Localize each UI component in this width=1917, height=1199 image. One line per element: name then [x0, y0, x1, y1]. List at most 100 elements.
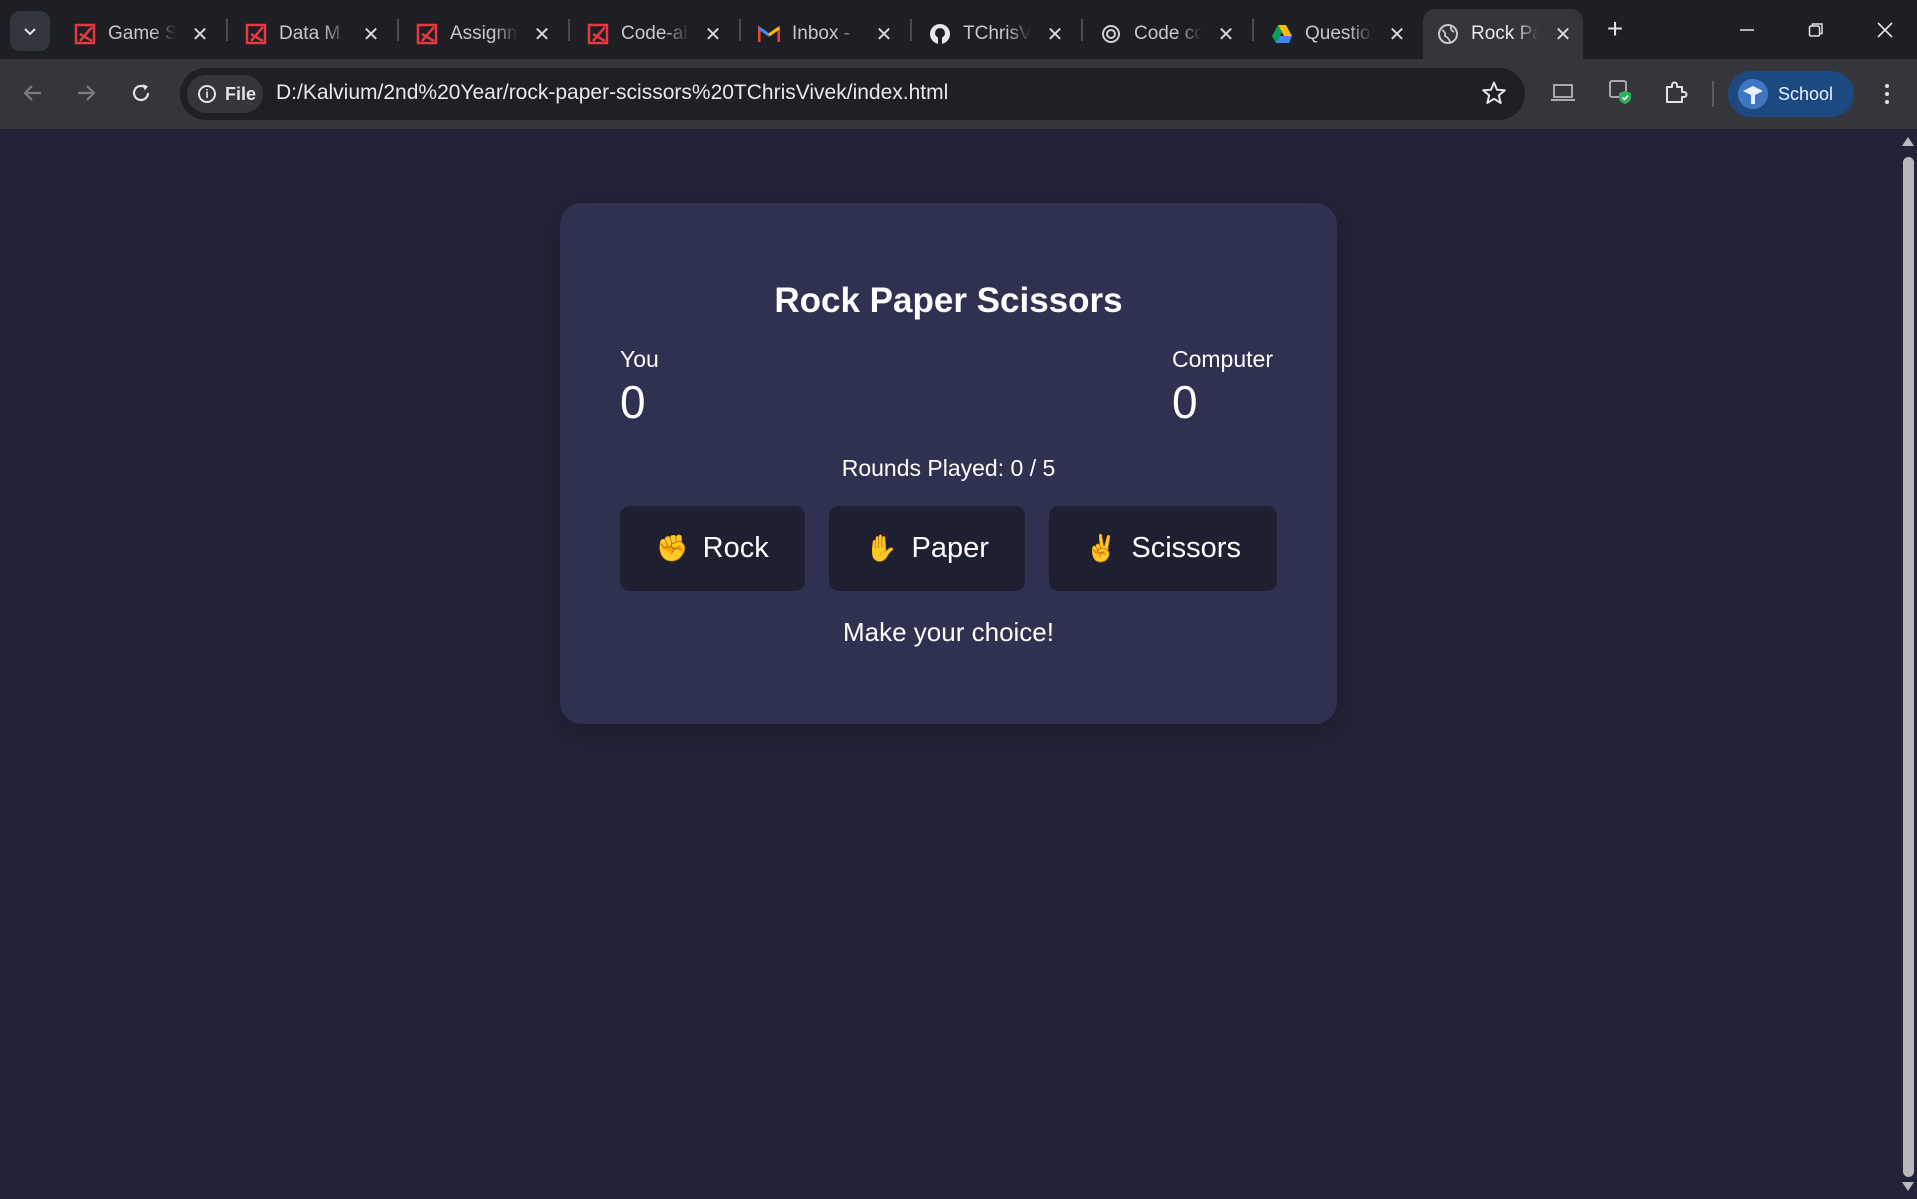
- drive-icon: [1271, 23, 1293, 45]
- shield-icon: [1609, 80, 1631, 104]
- close-icon[interactable]: ✕: [1216, 22, 1236, 47]
- kalvium-icon: [587, 23, 609, 45]
- restore-button[interactable]: [1786, 8, 1846, 52]
- chevron-down-icon: [24, 28, 36, 36]
- scissors-label: Scissors: [1131, 532, 1241, 564]
- tab-code-along[interactable]: Code-al ✕: [573, 9, 733, 59]
- tab-chatgpt[interactable]: Code cc ✕: [1086, 9, 1246, 59]
- minimize-button[interactable]: [1717, 8, 1777, 52]
- tab-inbox[interactable]: Inbox - ✕: [744, 9, 904, 59]
- tab-game[interactable]: Game S ✕: [60, 9, 220, 59]
- scrollbar-thumb[interactable]: [1903, 157, 1914, 1177]
- tab-title: Assignm: [450, 23, 518, 44]
- reload-button[interactable]: [121, 73, 161, 113]
- new-tab-button[interactable]: +: [1597, 12, 1633, 48]
- restore-icon: [1808, 23, 1823, 37]
- profile-button[interactable]: School: [1728, 71, 1854, 117]
- tab-divider: [739, 19, 741, 41]
- profile-label: School: [1778, 83, 1834, 104]
- close-icon[interactable]: ✕: [874, 22, 894, 47]
- arrow-left-icon: [23, 85, 41, 101]
- tab-title: TChrisV: [963, 23, 1031, 44]
- url-text[interactable]: D:/Kalvium/2nd%20Year/rock-paper-scissor…: [276, 81, 948, 105]
- back-button[interactable]: [13, 73, 53, 113]
- tab-divider: [1252, 19, 1254, 41]
- more-menu-icon[interactable]: [1872, 76, 1902, 112]
- close-window-button[interactable]: [1855, 8, 1915, 52]
- rock-button[interactable]: ✊ Rock: [620, 506, 805, 591]
- cast-button[interactable]: [1547, 76, 1579, 108]
- tab-title: Rock Pa: [1471, 23, 1539, 44]
- laptop-icon: [1551, 84, 1575, 101]
- github-icon: [929, 23, 951, 45]
- kalvium-icon: [245, 23, 267, 45]
- reload-icon: [132, 84, 150, 102]
- tab-title: Code cc: [1134, 23, 1202, 44]
- extension-security-button[interactable]: [1605, 76, 1637, 108]
- computer-label: Computer: [1172, 346, 1273, 372]
- bookmark-star-icon[interactable]: [1481, 80, 1507, 111]
- player-label: You: [620, 346, 659, 372]
- close-icon[interactable]: ✕: [1387, 22, 1407, 47]
- chatgpt-icon: [1100, 23, 1122, 45]
- toolbar-divider: [1712, 81, 1714, 107]
- victory-hand-icon: ✌️: [1085, 533, 1118, 563]
- close-icon[interactable]: ✕: [361, 22, 381, 47]
- tab-divider: [568, 19, 570, 41]
- close-icon[interactable]: ✕: [1553, 22, 1573, 47]
- paper-label: Paper: [911, 532, 989, 564]
- site-chip-label: File: [225, 83, 257, 104]
- tab-divider: [910, 19, 912, 41]
- kalvium-icon: [416, 23, 438, 45]
- player-score: 0: [620, 376, 646, 428]
- tab-assignment[interactable]: Assignm ✕: [402, 9, 562, 59]
- browser-toolbar: i File D:/Kalvium/2nd%20Year/rock-paper-…: [0, 59, 1917, 129]
- scissors-button[interactable]: ✌️ Scissors: [1049, 506, 1277, 591]
- close-icon: [1877, 22, 1893, 38]
- forward-button[interactable]: [66, 73, 106, 113]
- minimize-icon: [1740, 29, 1754, 31]
- player-score-block: You 0: [620, 346, 659, 429]
- scroll-down-arrow-icon[interactable]: [1902, 1182, 1914, 1191]
- tab-divider: [397, 19, 399, 41]
- tab-rock-paper-scissors[interactable]: Rock Pa ✕: [1423, 9, 1583, 59]
- rounds-counter: Rounds Played: 0 / 5: [841, 455, 1056, 481]
- page-scrollbar[interactable]: [1898, 129, 1917, 1199]
- tab-questions[interactable]: Questio ✕: [1257, 9, 1417, 59]
- hand-icon: ✋: [865, 533, 898, 563]
- close-icon[interactable]: ✕: [1045, 22, 1065, 47]
- info-icon: i: [198, 85, 216, 103]
- rock-label: Rock: [702, 532, 769, 564]
- page-title: Rock Paper Scissors: [774, 281, 1123, 320]
- close-icon[interactable]: ✕: [190, 22, 210, 47]
- extensions-button[interactable]: [1660, 76, 1692, 108]
- avatar: [1738, 79, 1768, 109]
- tab-title: Code-al: [621, 23, 688, 44]
- tab-title: Questio: [1305, 23, 1371, 44]
- paper-button[interactable]: ✋ Paper: [829, 506, 1025, 591]
- computer-score-block: Computer 0: [1172, 346, 1273, 429]
- tab-title: Inbox -: [792, 23, 851, 44]
- tab-divider: [226, 19, 228, 41]
- kalvium-icon: [74, 23, 96, 45]
- tab-search-button[interactable]: [10, 11, 50, 51]
- gmail-icon: [758, 23, 780, 45]
- globe-icon: [1437, 23, 1459, 45]
- tab-strip: Game S ✕ Data M ✕ Assignm ✕ Code-al ✕ In…: [0, 0, 1917, 59]
- computer-score: 0: [1172, 376, 1198, 428]
- result-message: Make your choice!: [843, 617, 1054, 647]
- tab-divider: [1081, 19, 1083, 41]
- close-icon[interactable]: ✕: [532, 22, 552, 47]
- fist-icon: ✊: [656, 533, 689, 563]
- tab-title: Game S: [108, 23, 176, 44]
- game-card: Rock Paper Scissors You 0 Computer 0 Rou…: [560, 203, 1337, 724]
- site-info-chip[interactable]: i File: [187, 75, 263, 113]
- arrow-right-icon: [78, 85, 96, 101]
- tab-title: Data M: [279, 23, 341, 44]
- close-icon[interactable]: ✕: [703, 22, 723, 47]
- puzzle-icon: [1666, 81, 1688, 103]
- scroll-up-arrow-icon[interactable]: [1902, 137, 1914, 146]
- address-bar[interactable]: i File D:/Kalvium/2nd%20Year/rock-paper-…: [180, 68, 1525, 120]
- tab-github[interactable]: TChrisV ✕: [915, 9, 1075, 59]
- tab-data[interactable]: Data M ✕: [231, 9, 391, 59]
